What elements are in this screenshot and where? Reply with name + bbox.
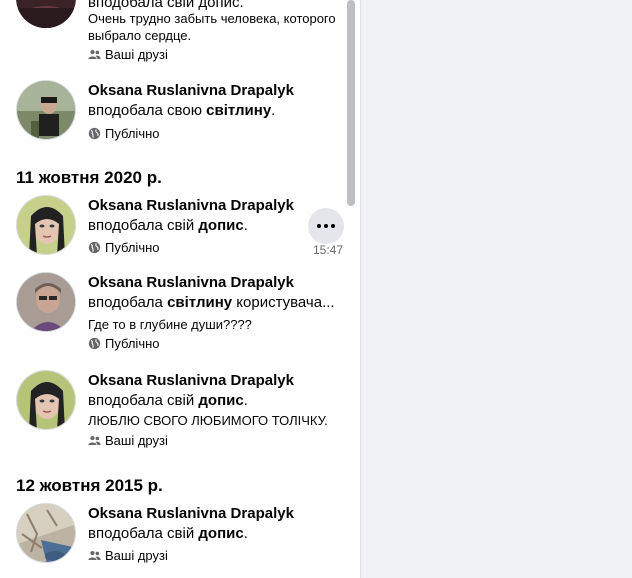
- date-header: 12 жовтня 2015 р.: [16, 476, 163, 495]
- user-name[interactable]: Oksana Ruslanivna Drapalyk: [88, 274, 294, 291]
- action-object-link[interactable]: допис: [198, 217, 243, 234]
- activity-entry[interactable]: Oksana Ruslanivna Drapalyk вподобала сві…: [0, 272, 345, 356]
- avatar[interactable]: [16, 195, 76, 255]
- privacy-label: Ваші друзі: [88, 548, 168, 563]
- avatar[interactable]: [16, 503, 76, 563]
- action-suffix: .: [243, 217, 248, 234]
- user-name[interactable]: Oksana Ruslanivna Drapalyk: [88, 505, 294, 522]
- activity-action: вподобала свою світлину.: [88, 102, 275, 119]
- action-suffix: .: [243, 392, 248, 409]
- globe-icon: [88, 241, 101, 254]
- activity-entry-partial[interactable]: вподобала свій допис. Очень трудно забыт…: [0, 0, 345, 70]
- globe-icon: [88, 337, 101, 350]
- friends-icon: [88, 550, 101, 560]
- privacy-label: Публічно: [88, 240, 160, 255]
- user-name[interactable]: Oksana Ruslanivna Drapalyk: [88, 372, 294, 389]
- activity-action: вподобала свій допис.: [88, 392, 248, 409]
- friends-icon: [88, 49, 101, 59]
- friends-icon: [88, 435, 101, 445]
- post-snippet: Очень трудно забыть человека, которого в…: [88, 11, 336, 43]
- privacy-label: Публічно: [88, 126, 160, 141]
- activity-entry[interactable]: Oksana Ruslanivna Drapalyk вподобала сві…: [0, 194, 345, 264]
- more-options-icon: [317, 224, 321, 228]
- globe-icon: [88, 127, 101, 140]
- activity-entry[interactable]: Oksana Ruslanivna Drapalyk вподобала сво…: [0, 80, 345, 144]
- privacy-text: Публічно: [105, 336, 160, 351]
- activity-entry[interactable]: Oksana Ruslanivna Drapalyk вподобала сві…: [0, 502, 345, 572]
- post-snippet: ЛЮБЛЮ СВОГО ЛЮБИМОГО ТОЛІЧКУ.: [88, 413, 328, 428]
- content-area: [360, 0, 632, 578]
- avatar[interactable]: [16, 272, 76, 332]
- activity-log-panel: вподобала свій допис. Очень трудно забыт…: [0, 0, 360, 578]
- date-header: 11 жовтня 2020 р.: [16, 168, 162, 187]
- action-object-link[interactable]: допис: [198, 392, 243, 409]
- avatar[interactable]: [16, 0, 76, 28]
- action-text: вподобала свою: [88, 102, 207, 119]
- user-name[interactable]: Oksana Ruslanivna Drapalyk: [88, 82, 294, 99]
- scrollbar[interactable]: [347, 0, 355, 206]
- privacy-label: Публічно: [88, 336, 160, 351]
- privacy-label: Ваші друзі: [88, 433, 168, 448]
- action-object-link[interactable]: світлину: [167, 294, 232, 311]
- action-suffix: користувача...: [232, 294, 335, 311]
- action-object-link[interactable]: світлину: [206, 102, 271, 119]
- privacy-text: Ваші друзі: [105, 47, 168, 62]
- privacy-text: Публічно: [105, 240, 160, 255]
- avatar[interactable]: [16, 80, 76, 140]
- avatar[interactable]: [16, 370, 76, 430]
- privacy-text: Ваші друзі: [105, 548, 168, 563]
- privacy-text: Ваші друзі: [105, 433, 168, 448]
- activity-action: вподобала світлину користувача...: [88, 294, 335, 311]
- action-suffix: .: [243, 525, 248, 542]
- timestamp[interactable]: 15:47: [313, 243, 343, 257]
- user-name[interactable]: Oksana Ruslanivna Drapalyk: [88, 197, 294, 214]
- more-options-button[interactable]: [308, 208, 344, 244]
- post-snippet: Где то в глубине души????: [88, 317, 252, 332]
- action-text: вподобала свій: [88, 392, 199, 409]
- activity-entry[interactable]: Oksana Ruslanivna Drapalyk вподобала сві…: [0, 370, 345, 454]
- action-text: вподобала свій: [88, 217, 199, 234]
- action-suffix: .: [271, 102, 276, 119]
- activity-action: вподобала свій допис.: [88, 217, 248, 234]
- privacy-label: Ваші друзі: [88, 47, 168, 62]
- privacy-text: Публічно: [105, 126, 160, 141]
- action-object-link[interactable]: допис: [198, 525, 243, 542]
- action-text: вподобала: [88, 294, 168, 311]
- activity-action: вподобала свій допис.: [88, 525, 248, 542]
- action-text: вподобала свій: [88, 525, 199, 542]
